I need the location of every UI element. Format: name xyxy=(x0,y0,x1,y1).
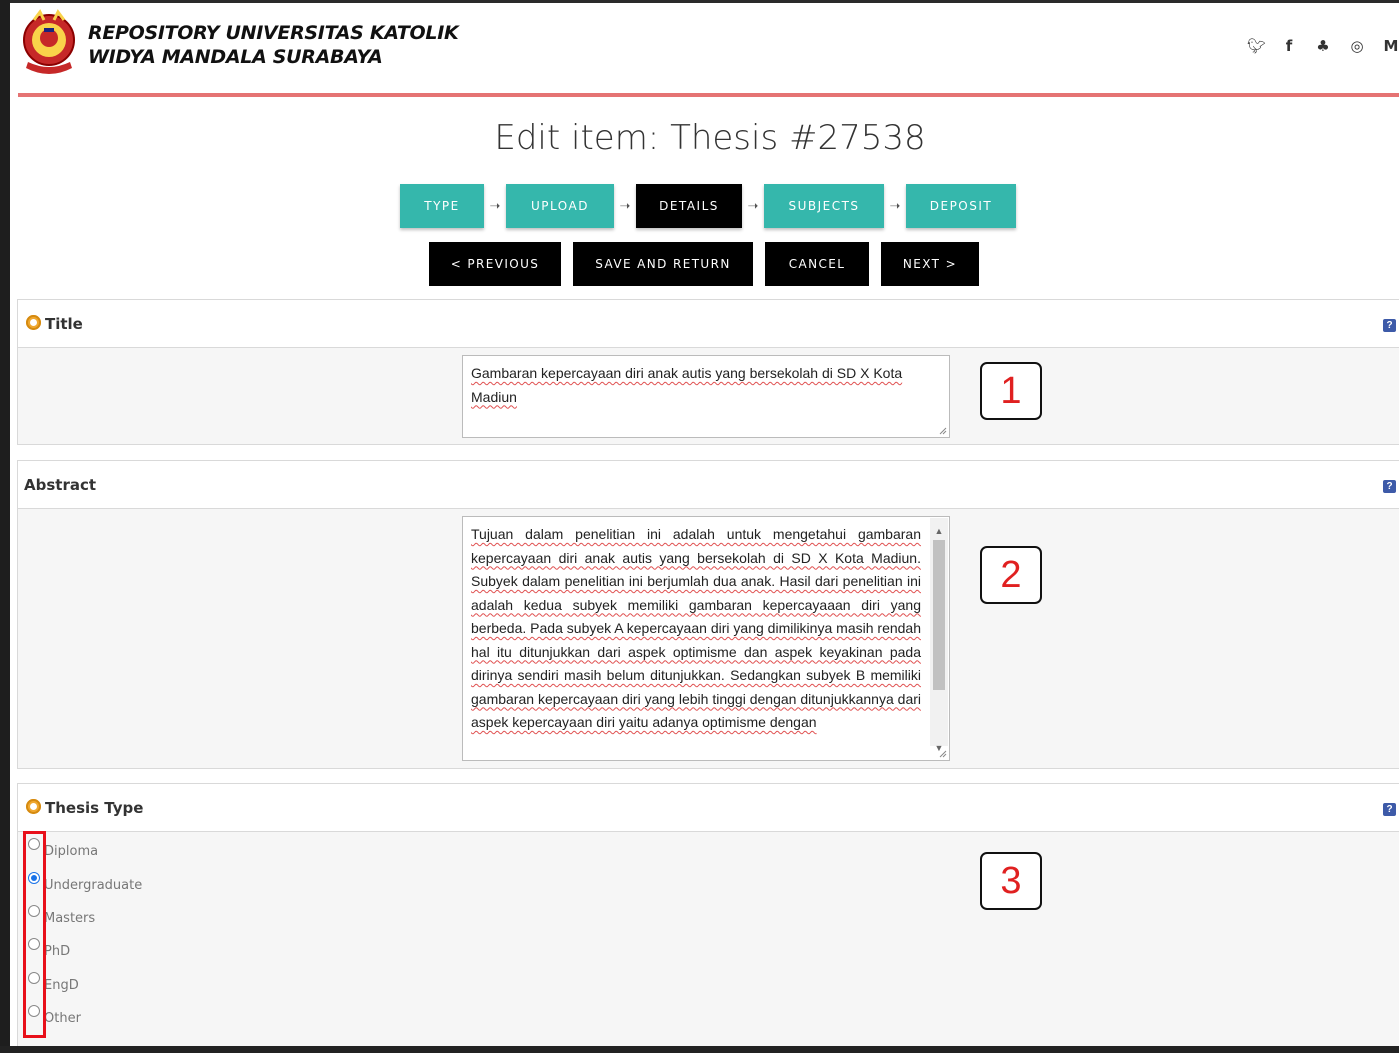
header-divider xyxy=(18,93,1399,97)
annotation-callout-2: 2 xyxy=(980,546,1042,604)
title-textarea[interactable]: Gambaran kepercayaan diri anak autis yan… xyxy=(462,355,950,438)
save-and-return-button[interactable]: SAVE AND RETURN xyxy=(573,242,753,286)
radio-label: EngD xyxy=(44,978,79,993)
thesis-type-panel-header: Thesis Type ? xyxy=(18,784,1399,832)
abstract-panel-header: Abstract ? xyxy=(18,461,1399,509)
arrow-icon: ➝ xyxy=(619,198,631,213)
previous-button[interactable]: < PREVIOUS xyxy=(429,242,561,286)
title-value: Gambaran kepercayaan diri anak autis yan… xyxy=(471,365,903,405)
radio-option-other[interactable]: Other xyxy=(28,1005,248,1026)
resize-handle-icon[interactable] xyxy=(937,748,947,758)
title-label: Title xyxy=(45,315,83,333)
step-type[interactable]: TYPE xyxy=(400,184,484,228)
radio-label: Diploma xyxy=(44,844,99,859)
help-icon[interactable]: ? xyxy=(1383,480,1396,493)
step-subjects[interactable]: SUBJECTS xyxy=(764,184,884,228)
radio-label: Other xyxy=(44,1011,81,1026)
annotation-callout-3: 3 xyxy=(980,852,1042,910)
required-icon xyxy=(26,315,41,330)
arrow-icon: ➝ xyxy=(489,198,501,213)
social-links: 🐦︎ f ♣ ◎ M xyxy=(1247,37,1399,55)
radio-label: Masters xyxy=(44,911,96,926)
resize-handle-icon[interactable] xyxy=(937,425,947,435)
facebook-icon[interactable]: f xyxy=(1281,37,1297,55)
abstract-label: Abstract xyxy=(24,476,97,494)
medium-icon[interactable]: M xyxy=(1383,37,1399,55)
help-icon[interactable]: ? xyxy=(1383,803,1396,816)
arrow-icon: ➝ xyxy=(889,198,901,213)
window-bottom-edge xyxy=(0,1046,1399,1053)
page-title: Edit item: Thesis #27538 xyxy=(494,118,926,158)
abstract-scrollbar[interactable]: ▲ ▼ xyxy=(930,518,948,753)
cancel-button[interactable]: CANCEL xyxy=(765,242,869,286)
brand-line-1: REPOSITORY UNIVERSITAS KATOLIK xyxy=(88,22,459,44)
radio-option-undergraduate[interactable]: Undergraduate xyxy=(28,872,248,893)
workflow-steps: TYPE ➝ UPLOAD ➝ DETAILS ➝ SUBJECTS ➝ DEP… xyxy=(400,184,1016,228)
brand-line-2: WIDYA MANDALA SURABAYA xyxy=(88,46,383,68)
thesis-type-label: Thesis Type xyxy=(45,799,144,817)
instagram-icon[interactable]: ◎ xyxy=(1349,37,1365,55)
abstract-value: Tujuan dalam penelitian ini adalah untuk… xyxy=(471,526,921,730)
radio-option-phd[interactable]: PhD xyxy=(28,938,248,959)
radio-option-diploma[interactable]: Diploma xyxy=(28,838,248,859)
annotation-highlight-box xyxy=(23,831,46,1038)
arrow-icon: ➝ xyxy=(747,198,759,213)
twitter-icon[interactable]: 🐦︎ xyxy=(1247,37,1266,55)
step-details[interactable]: DETAILS xyxy=(636,184,742,228)
university-logo[interactable] xyxy=(20,8,78,80)
radio-label: PhD xyxy=(44,944,71,959)
site-header: REPOSITORY UNIVERSITAS KATOLIK WIDYA MAN… xyxy=(10,3,1399,93)
radio-option-masters[interactable]: Masters xyxy=(28,905,248,926)
scroll-thumb[interactable] xyxy=(933,540,945,690)
snapchat-icon[interactable]: ♣ xyxy=(1315,37,1331,55)
radio-option-engd[interactable]: EngD xyxy=(28,972,248,993)
title-panel-header: Title ? xyxy=(18,300,1399,348)
annotation-callout-1: 1 xyxy=(980,362,1042,420)
required-icon xyxy=(26,799,41,814)
step-deposit[interactable]: DEPOSIT xyxy=(906,184,1016,228)
next-button[interactable]: NEXT > xyxy=(881,242,979,286)
form-actions: < PREVIOUS SAVE AND RETURN CANCEL NEXT > xyxy=(429,242,979,286)
step-upload[interactable]: UPLOAD xyxy=(506,184,614,228)
abstract-textarea[interactable]: Tujuan dalam penelitian ini adalah untuk… xyxy=(462,516,950,761)
brand-name[interactable]: REPOSITORY UNIVERSITAS KATOLIK WIDYA MAN… xyxy=(88,21,459,69)
radio-label: Undergraduate xyxy=(44,878,143,893)
help-icon[interactable]: ? xyxy=(1383,319,1396,332)
